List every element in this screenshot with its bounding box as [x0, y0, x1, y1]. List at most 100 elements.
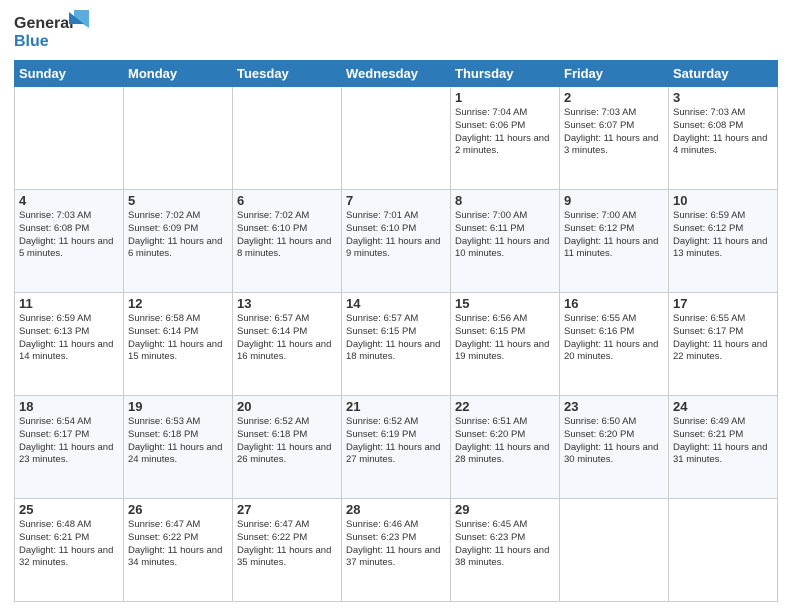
- calendar-cell: 25Sunrise: 6:48 AM Sunset: 6:21 PM Dayli…: [15, 499, 124, 602]
- day-info: Sunrise: 6:47 AM Sunset: 6:22 PM Dayligh…: [128, 519, 228, 570]
- day-info: Sunrise: 6:59 AM Sunset: 6:12 PM Dayligh…: [673, 210, 773, 261]
- day-number: 15: [455, 296, 555, 311]
- day-number: 23: [564, 399, 664, 414]
- col-header-thursday: Thursday: [451, 61, 560, 87]
- calendar-week-5: 25Sunrise: 6:48 AM Sunset: 6:21 PM Dayli…: [15, 499, 778, 602]
- day-number: 9: [564, 193, 664, 208]
- day-info: Sunrise: 6:59 AM Sunset: 6:13 PM Dayligh…: [19, 313, 119, 364]
- calendar-table: SundayMondayTuesdayWednesdayThursdayFrid…: [14, 60, 778, 602]
- day-info: Sunrise: 7:00 AM Sunset: 6:11 PM Dayligh…: [455, 210, 555, 261]
- calendar-cell: 18 Sunrise: 6:54 AM Sunset: 6:17 PM Dayli…: [15, 396, 124, 499]
- day-number: 21: [346, 399, 446, 414]
- general-blue-logo-icon: GeneralBlue: [14, 10, 94, 52]
- header: GeneralBlue: [14, 10, 778, 52]
- calendar-week-3: 11 Sunrise: 6:59 AM Sunset: 6:13 PM Dayli…: [15, 293, 778, 396]
- col-header-tuesday: Tuesday: [233, 61, 342, 87]
- calendar-cell: 24Sunrise: 6:49 AM Sunset: 6:21 PM Dayli…: [669, 396, 778, 499]
- day-info: Sunrise: 6:57 AM Sunset: 6:15 PM Dayligh…: [346, 313, 446, 364]
- day-info: Sunrise: 7:03 AM Sunset: 6:08 PM Dayligh…: [19, 210, 119, 261]
- calendar-cell: 3Sunrise: 7:03 AM Sunset: 6:08 PM Daylig…: [669, 87, 778, 190]
- day-number: 8: [455, 193, 555, 208]
- day-number: 2: [564, 90, 664, 105]
- day-info: Sunrise: 7:02 AM Sunset: 6:10 PM Dayligh…: [237, 210, 337, 261]
- day-number: 5: [128, 193, 228, 208]
- col-header-sunday: Sunday: [15, 61, 124, 87]
- calendar-week-1: 1 Sunrise: 7:04 AM Sunset: 6:06 PM Daylig…: [15, 87, 778, 190]
- day-number: 26: [128, 502, 228, 517]
- calendar-cell: 5 Sunrise: 7:02 AM Sunset: 6:09 PM Daylig…: [124, 190, 233, 293]
- calendar-cell: 19Sunrise: 6:53 AM Sunset: 6:18 PM Dayli…: [124, 396, 233, 499]
- col-header-wednesday: Wednesday: [342, 61, 451, 87]
- day-number: 29: [455, 502, 555, 517]
- calendar-cell: 22Sunrise: 6:51 AM Sunset: 6:20 PM Dayli…: [451, 396, 560, 499]
- calendar-cell: [669, 499, 778, 602]
- calendar-cell: [124, 87, 233, 190]
- day-number: 10: [673, 193, 773, 208]
- calendar-header-row: SundayMondayTuesdayWednesdayThursdayFrid…: [15, 61, 778, 87]
- col-header-saturday: Saturday: [669, 61, 778, 87]
- day-number: 12: [128, 296, 228, 311]
- day-info: Sunrise: 7:02 AM Sunset: 6:09 PM Dayligh…: [128, 210, 228, 261]
- calendar-cell: 20Sunrise: 6:52 AM Sunset: 6:18 PM Dayli…: [233, 396, 342, 499]
- day-info: Sunrise: 6:45 AM Sunset: 6:23 PM Dayligh…: [455, 519, 555, 570]
- day-number: 17: [673, 296, 773, 311]
- day-number: 11: [19, 296, 119, 311]
- calendar-cell: 27 Sunrise: 6:47 AM Sunset: 6:22 PM Dayli…: [233, 499, 342, 602]
- calendar-cell: [15, 87, 124, 190]
- calendar-cell: 21 Sunrise: 6:52 AM Sunset: 6:19 PM Dayli…: [342, 396, 451, 499]
- day-number: 18: [19, 399, 119, 414]
- day-number: 28: [346, 502, 446, 517]
- calendar-cell: 1 Sunrise: 7:04 AM Sunset: 6:06 PM Daylig…: [451, 87, 560, 190]
- calendar-cell: 2 Sunrise: 7:03 AM Sunset: 6:07 PM Daylig…: [560, 87, 669, 190]
- day-number: 7: [346, 193, 446, 208]
- day-info: Sunrise: 6:46 AM Sunset: 6:23 PM Dayligh…: [346, 519, 446, 570]
- day-number: 13: [237, 296, 337, 311]
- day-number: 25: [19, 502, 119, 517]
- day-info: Sunrise: 6:52 AM Sunset: 6:18 PM Dayligh…: [237, 416, 337, 467]
- page: GeneralBlue SundayMondayTuesdayWednesday…: [0, 0, 792, 612]
- day-number: 1: [455, 90, 555, 105]
- day-info: Sunrise: 7:01 AM Sunset: 6:10 PM Dayligh…: [346, 210, 446, 261]
- logo: GeneralBlue: [14, 10, 94, 52]
- calendar-cell: 29 Sunrise: 6:45 AM Sunset: 6:23 PM Dayli…: [451, 499, 560, 602]
- day-info: Sunrise: 6:47 AM Sunset: 6:22 PM Dayligh…: [237, 519, 337, 570]
- svg-text:General: General: [14, 15, 74, 32]
- calendar-cell: [560, 499, 669, 602]
- day-info: Sunrise: 6:51 AM Sunset: 6:20 PM Dayligh…: [455, 416, 555, 467]
- calendar-cell: 17 Sunrise: 6:55 AM Sunset: 6:17 PM Dayli…: [669, 293, 778, 396]
- calendar-cell: 10 Sunrise: 6:59 AM Sunset: 6:12 PM Dayli…: [669, 190, 778, 293]
- calendar-cell: 16Sunrise: 6:55 AM Sunset: 6:16 PM Dayli…: [560, 293, 669, 396]
- calendar-cell: 28 Sunrise: 6:46 AM Sunset: 6:23 PM Dayli…: [342, 499, 451, 602]
- day-info: Sunrise: 6:58 AM Sunset: 6:14 PM Dayligh…: [128, 313, 228, 364]
- calendar-cell: 26 Sunrise: 6:47 AM Sunset: 6:22 PM Dayli…: [124, 499, 233, 602]
- calendar-cell: 13 Sunrise: 6:57 AM Sunset: 6:14 PM Dayli…: [233, 293, 342, 396]
- day-number: 27: [237, 502, 337, 517]
- calendar-cell: 8 Sunrise: 7:00 AM Sunset: 6:11 PM Daylig…: [451, 190, 560, 293]
- day-info: Sunrise: 7:00 AM Sunset: 6:12 PM Dayligh…: [564, 210, 664, 261]
- calendar-week-2: 4 Sunrise: 7:03 AM Sunset: 6:08 PM Daylig…: [15, 190, 778, 293]
- day-number: 4: [19, 193, 119, 208]
- calendar-cell: [342, 87, 451, 190]
- day-info: Sunrise: 7:03 AM Sunset: 6:07 PM Dayligh…: [564, 107, 664, 158]
- calendar-cell: 15 Sunrise: 6:56 AM Sunset: 6:15 PM Dayli…: [451, 293, 560, 396]
- calendar-cell: 7 Sunrise: 7:01 AM Sunset: 6:10 PM Daylig…: [342, 190, 451, 293]
- day-info: Sunrise: 6:52 AM Sunset: 6:19 PM Dayligh…: [346, 416, 446, 467]
- day-info: Sunrise: 6:55 AM Sunset: 6:17 PM Dayligh…: [673, 313, 773, 364]
- svg-text:Blue: Blue: [14, 33, 49, 50]
- calendar-cell: 12 Sunrise: 6:58 AM Sunset: 6:14 PM Dayli…: [124, 293, 233, 396]
- day-info: Sunrise: 6:56 AM Sunset: 6:15 PM Dayligh…: [455, 313, 555, 364]
- calendar-cell: 11 Sunrise: 6:59 AM Sunset: 6:13 PM Dayli…: [15, 293, 124, 396]
- day-info: Sunrise: 7:04 AM Sunset: 6:06 PM Dayligh…: [455, 107, 555, 158]
- calendar-cell: 23 Sunrise: 6:50 AM Sunset: 6:20 PM Dayli…: [560, 396, 669, 499]
- day-info: Sunrise: 6:57 AM Sunset: 6:14 PM Dayligh…: [237, 313, 337, 364]
- calendar-cell: 14Sunrise: 6:57 AM Sunset: 6:15 PM Dayli…: [342, 293, 451, 396]
- calendar-cell: 4 Sunrise: 7:03 AM Sunset: 6:08 PM Daylig…: [15, 190, 124, 293]
- day-info: Sunrise: 6:54 AM Sunset: 6:17 PM Dayligh…: [19, 416, 119, 467]
- day-number: 6: [237, 193, 337, 208]
- calendar-cell: 9 Sunrise: 7:00 AM Sunset: 6:12 PM Daylig…: [560, 190, 669, 293]
- day-info: Sunrise: 6:53 AM Sunset: 6:18 PM Dayligh…: [128, 416, 228, 467]
- day-info: Sunrise: 6:55 AM Sunset: 6:16 PM Dayligh…: [564, 313, 664, 364]
- day-number: 3: [673, 90, 773, 105]
- col-header-monday: Monday: [124, 61, 233, 87]
- day-info: Sunrise: 6:50 AM Sunset: 6:20 PM Dayligh…: [564, 416, 664, 467]
